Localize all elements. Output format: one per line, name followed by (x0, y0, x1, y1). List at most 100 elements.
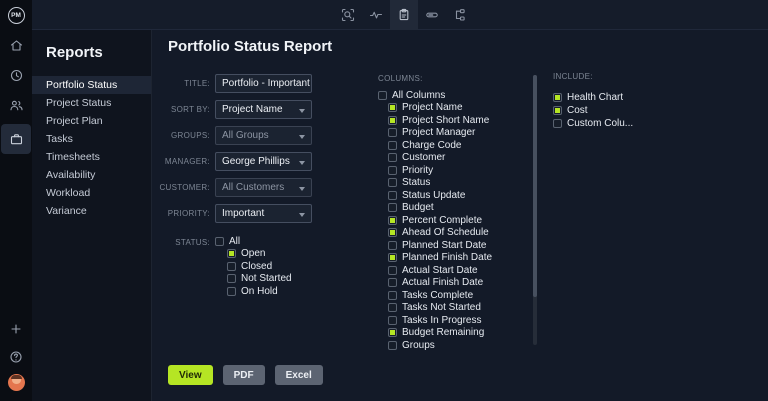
field-label: GROUPS: (152, 131, 210, 140)
columns-scrollbar[interactable] (533, 75, 537, 345)
column-option[interactable]: Percent Complete (388, 214, 492, 227)
checkbox[interactable] (553, 106, 562, 115)
action-button[interactable]: Excel (275, 365, 323, 385)
column-option[interactable]: Customer (388, 152, 492, 165)
column-option[interactable]: Project Manager (388, 127, 492, 140)
field-row: GROUPS: All Groups (152, 126, 312, 145)
report-list-item[interactable]: Availability (32, 166, 151, 184)
checkbox[interactable] (388, 116, 397, 125)
checkbox[interactable] (227, 287, 236, 296)
column-option[interactable]: Actual Start Date (388, 264, 492, 277)
activity-icon[interactable] (362, 0, 390, 30)
column-option[interactable]: Tasks In Progress (388, 314, 492, 327)
dash-icon[interactable] (418, 0, 446, 30)
priority-select[interactable]: Important (215, 204, 312, 223)
checkbox[interactable] (215, 237, 224, 246)
checkbox[interactable] (388, 203, 397, 212)
column-option[interactable]: Actual Finish Date (388, 277, 492, 290)
column-option[interactable]: Groups (388, 339, 492, 352)
scrollbar-thumb[interactable] (533, 75, 537, 297)
checkbox[interactable] (388, 178, 397, 187)
manager-select[interactable]: George Phillips (215, 152, 312, 171)
report-list-item[interactable]: Tasks (32, 130, 151, 148)
column-option[interactable]: Tasks Not Started (388, 302, 492, 315)
checkbox[interactable] (388, 316, 397, 325)
workflow-icon[interactable] (446, 0, 474, 30)
column-option[interactable]: Budget (388, 202, 492, 215)
checkbox-label: Project Manager (402, 127, 475, 138)
report-list-item[interactable]: Portfolio Status (32, 76, 151, 94)
column-option[interactable]: Planned Finish Date (388, 252, 492, 265)
status-options: All Open Closed Not St (215, 235, 292, 298)
report-list-item[interactable]: Variance (32, 202, 151, 220)
column-option[interactable]: Planned Start Date (388, 239, 492, 252)
action-buttons: View PDF Excel (168, 365, 323, 385)
report-list-item[interactable]: Workload (32, 184, 151, 202)
status-all-option[interactable]: All (215, 235, 292, 248)
sort-by-select[interactable]: Project Name (215, 100, 312, 119)
checkbox[interactable] (388, 153, 397, 162)
all-columns-option[interactable]: All Columns (378, 89, 492, 102)
clock-icon[interactable] (0, 60, 32, 90)
checkbox[interactable] (388, 166, 397, 175)
include-list: Health Chart Cost Custom Colu... (553, 91, 633, 130)
report-list-item[interactable]: Timesheets (32, 148, 151, 166)
checkbox[interactable] (378, 91, 387, 100)
user-avatar[interactable] (0, 371, 32, 393)
checkbox[interactable] (388, 266, 397, 275)
checkbox[interactable] (227, 274, 236, 283)
checkbox[interactable] (388, 303, 397, 312)
status-option[interactable]: Open (227, 248, 292, 261)
checkbox[interactable] (388, 216, 397, 225)
help-icon[interactable] (0, 343, 32, 371)
include-option[interactable]: Health Chart (553, 91, 633, 104)
status-option[interactable]: On Hold (227, 285, 292, 298)
checkbox[interactable] (388, 141, 397, 150)
column-option[interactable]: Ahead Of Schedule (388, 227, 492, 240)
app-logo[interactable]: PM (0, 0, 32, 30)
checkbox[interactable] (388, 128, 397, 137)
team-icon[interactable] (0, 90, 32, 120)
report-list-item[interactable]: Project Plan (32, 112, 151, 130)
column-option[interactable]: Tasks Complete (388, 289, 492, 302)
action-button[interactable]: View (168, 365, 213, 385)
action-button[interactable]: PDF (223, 365, 265, 385)
field-value: All Customers (222, 182, 284, 193)
include-option[interactable]: Cost (553, 104, 633, 117)
checkbox[interactable] (388, 341, 397, 350)
report-list-item[interactable]: Project Status (32, 94, 151, 112)
title-input[interactable]: Portfolio - Important (215, 74, 312, 93)
home-icon[interactable] (0, 30, 32, 60)
checkbox[interactable] (388, 278, 397, 287)
checkbox-label: Charge Code (402, 140, 461, 151)
column-option[interactable]: Status Update (388, 189, 492, 202)
checkbox[interactable] (388, 291, 397, 300)
checkbox[interactable] (388, 228, 397, 237)
status-option[interactable]: Not Started (227, 273, 292, 286)
customer-select[interactable]: All Customers (215, 178, 312, 197)
chevron-down-icon (299, 213, 305, 217)
checkbox[interactable] (553, 93, 562, 102)
add-icon[interactable] (0, 315, 32, 343)
column-option[interactable]: Charge Code (388, 139, 492, 152)
clipboard-icon[interactable] (390, 0, 418, 30)
groups-select[interactable]: All Groups (215, 126, 312, 145)
pm-logo-icon: PM (8, 7, 25, 24)
include-option[interactable]: Custom Colu... (553, 117, 633, 130)
checkbox[interactable] (227, 262, 236, 271)
portfolio-icon[interactable] (1, 124, 31, 154)
checkbox[interactable] (388, 191, 397, 200)
column-option[interactable]: Project Name (388, 102, 492, 115)
checkbox[interactable] (227, 249, 236, 258)
scan-search-icon[interactable] (334, 0, 362, 30)
column-option[interactable]: Project Short Name (388, 114, 492, 127)
column-option[interactable]: Status (388, 177, 492, 190)
checkbox[interactable] (388, 241, 397, 250)
checkbox[interactable] (388, 328, 397, 337)
column-option[interactable]: Budget Remaining (388, 327, 492, 340)
checkbox[interactable] (553, 119, 562, 128)
checkbox[interactable] (388, 103, 397, 112)
column-option[interactable]: Priority (388, 164, 492, 177)
status-option[interactable]: Closed (227, 260, 292, 273)
checkbox[interactable] (388, 253, 397, 262)
